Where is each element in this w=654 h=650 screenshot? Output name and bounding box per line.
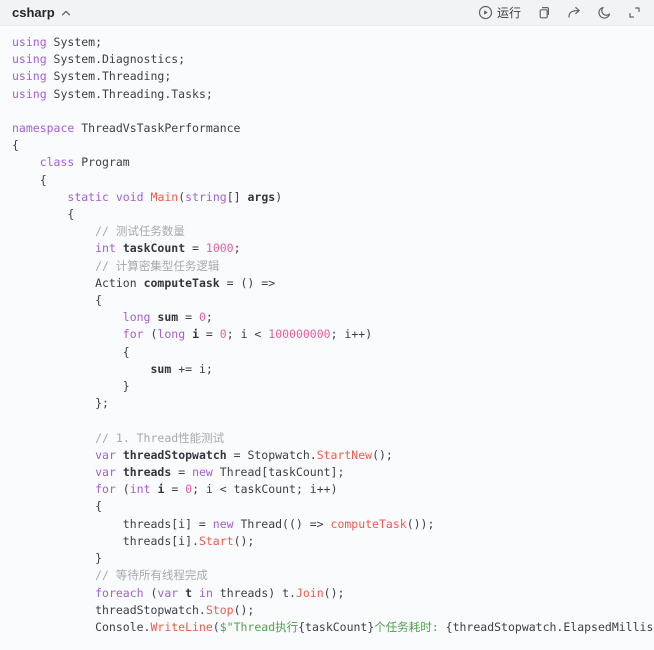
code-line: using System.Threading.Tasks; — [12, 86, 642, 103]
code-line — [12, 412, 642, 429]
moon-icon[interactable] — [597, 5, 612, 20]
code-line: long sum = 0; — [12, 309, 642, 326]
code-line: } — [12, 550, 642, 567]
expand-icon[interactable] — [627, 5, 642, 20]
code-line: for (long i = 0; i < 100000000; i++) — [12, 326, 642, 343]
run-button-label: 运行 — [497, 4, 521, 21]
code-line: int taskCount = 1000; — [12, 240, 642, 257]
code-line: using System.Threading; — [12, 68, 642, 85]
code-line: foreach (var t in threads) t.Join(); — [12, 585, 642, 602]
code-line: namespace ThreadVsTaskPerformance — [12, 120, 642, 137]
copy-icon[interactable] — [536, 5, 551, 20]
code-line: // 计算密集型任务逻辑 — [12, 258, 642, 275]
chevron-up-icon[interactable] — [59, 6, 73, 20]
run-button[interactable]: 运行 — [478, 4, 521, 21]
code-line: } — [12, 378, 642, 395]
header-left: csharp — [12, 5, 73, 20]
code-line: { — [12, 344, 642, 361]
code-line: using System.Diagnostics; — [12, 51, 642, 68]
code-line: var threadStopwatch = Stopwatch.StartNew… — [12, 447, 642, 464]
code-line — [12, 103, 642, 120]
code-line: static void Main(string[] args) — [12, 189, 642, 206]
code-line: { — [12, 498, 642, 515]
play-circle-icon — [478, 5, 493, 20]
code-line: threadStopwatch.Stop(); — [12, 602, 642, 619]
code-header: csharp 运行 — [0, 0, 654, 26]
header-actions: 运行 — [478, 4, 642, 21]
code-line: { — [12, 137, 642, 154]
code-line: // 等待所有线程完成 — [12, 567, 642, 584]
code-line: // 测试任务数量 — [12, 223, 642, 240]
code-line: using System; — [12, 34, 642, 51]
code-line: threads[i].Start(); — [12, 533, 642, 550]
code-line: // 1. Thread性能测试 — [12, 430, 642, 447]
code-line: for (int i = 0; i < taskCount; i++) — [12, 481, 642, 498]
language-label: csharp — [12, 5, 55, 20]
code-line: sum += i; — [12, 361, 642, 378]
code-line: }; — [12, 395, 642, 412]
code-line: Action computeTask = () => — [12, 275, 642, 292]
code-card: csharp 运行 — [0, 0, 654, 650]
code-line: threads[i] = new Thread(() => computeTas… — [12, 516, 642, 533]
code-line: { — [12, 172, 642, 189]
code-block[interactable]: using System;using System.Diagnostics;us… — [0, 26, 654, 648]
code-line: Console.WriteLine($"Thread执行{taskCount}个… — [12, 619, 642, 636]
code-line: class Program — [12, 154, 642, 171]
jump-arrow-icon[interactable] — [566, 5, 582, 20]
code-line: { — [12, 292, 642, 309]
code-line: { — [12, 206, 642, 223]
code-line: var threads = new Thread[taskCount]; — [12, 464, 642, 481]
